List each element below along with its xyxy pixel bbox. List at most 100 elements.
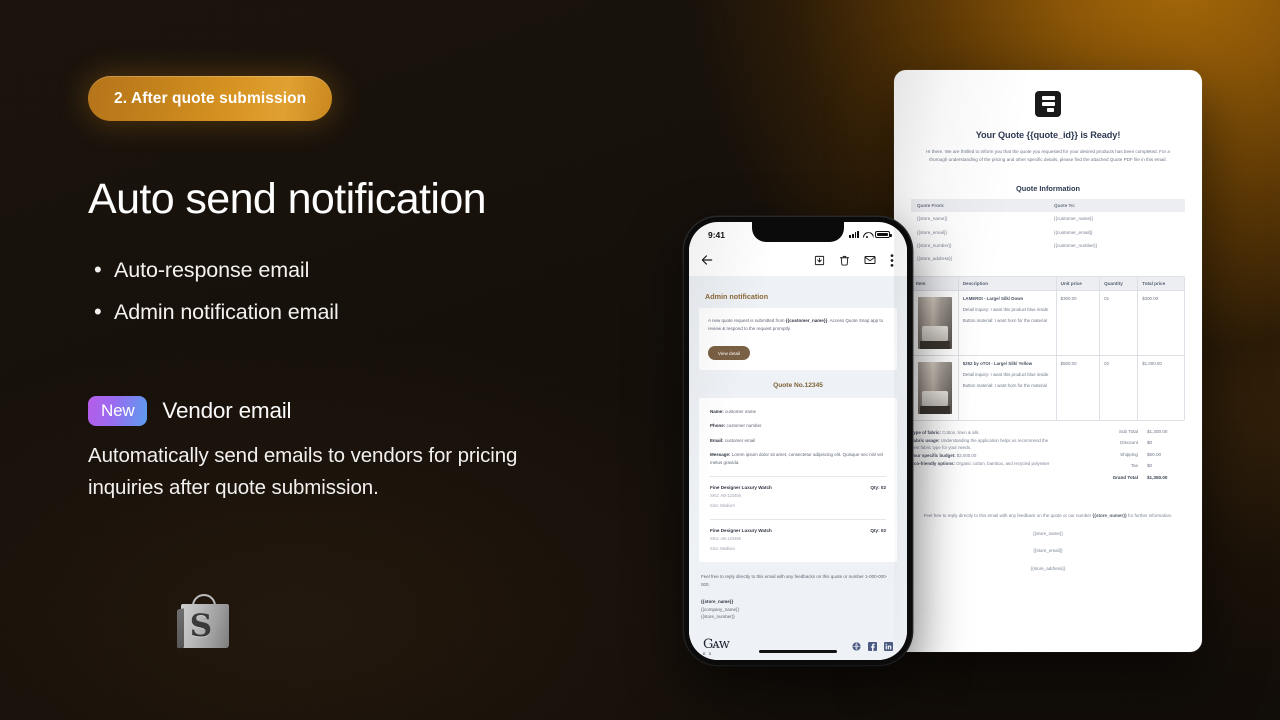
archive-icon[interactable] bbox=[814, 255, 825, 266]
step-badge: 2. After quote submission bbox=[88, 76, 333, 121]
table-row: {{store_name}} {{customer_name}} bbox=[911, 212, 1185, 225]
total-row: Sub Total $1,300.00 bbox=[1068, 429, 1185, 434]
logo-bar bbox=[1047, 108, 1054, 113]
shopping-bag-logo-icon: S bbox=[177, 590, 233, 650]
fabric-value: $2,000.00 bbox=[955, 452, 977, 458]
grand-total-row: Grand Total $1,350.00 bbox=[1068, 475, 1185, 480]
home-indicator bbox=[759, 649, 837, 653]
footer-reply-text: Feel free to reply directly to this emai… bbox=[911, 512, 1185, 521]
table-header-row: Item Description Unit price Quantity Tot… bbox=[912, 276, 1184, 291]
bullet-dot-icon: • bbox=[94, 299, 102, 324]
phone-mockup: 9:41 Admin notification A new quote requ… bbox=[684, 217, 912, 665]
grand-total-label: Grand Total bbox=[1112, 474, 1138, 480]
line-items-container: Item Description Unit price Quantity Tot… bbox=[911, 275, 1185, 421]
left-content-panel: 2. After quote submission Auto send noti… bbox=[88, 0, 668, 720]
footer-store-address: {{store_address}} bbox=[1030, 565, 1066, 571]
product-size: Size: Medium bbox=[710, 502, 735, 508]
fabric-label: Fabric usage: bbox=[911, 437, 940, 443]
product-thumbnail-image bbox=[917, 361, 952, 414]
view-detail-button[interactable]: View detail bbox=[708, 346, 751, 361]
overflow-menu-icon[interactable] bbox=[890, 253, 894, 267]
cell-customer-number: {{customer_number}} bbox=[1054, 243, 1098, 248]
field-value: Lorem ipsum dolor sit amet, consectetur … bbox=[710, 451, 883, 465]
line-items-table: Item Description Unit price Quantity Tot… bbox=[912, 276, 1184, 420]
cell-total-price: $300.00 bbox=[1137, 289, 1184, 356]
mail-icon[interactable] bbox=[864, 254, 876, 266]
table-row: {{store_number}} {{customer_number}} bbox=[911, 239, 1185, 252]
fabric-label: Eco-friendly options: bbox=[911, 461, 955, 467]
email-footnote: Feel free to reply directly to this emai… bbox=[701, 573, 888, 587]
vendor-email-description: Automatically send emails to vendors for… bbox=[88, 444, 518, 499]
tablet-email-content: Your Quote {{quote_id}} is Ready! Hi the… bbox=[894, 70, 1202, 652]
email-body: Admin notification A new quote request i… bbox=[689, 276, 907, 660]
signature-store-name: {{store_name}} bbox=[701, 598, 897, 605]
total-value: $0 bbox=[1147, 463, 1153, 469]
field-label: Email: bbox=[710, 437, 724, 443]
brand-and-social-row: Gᴀᴡ E S bbox=[703, 638, 893, 656]
field-label: Name: bbox=[710, 409, 724, 415]
line-item-header: Fine Designer Luxury Watch Qty: 02 bbox=[710, 528, 886, 533]
facebook-icon[interactable] bbox=[868, 642, 877, 652]
fabric-label: Type of fabric: bbox=[911, 429, 941, 435]
column-header-item: Item bbox=[912, 276, 959, 291]
globe-icon[interactable] bbox=[852, 642, 861, 651]
quote-number-heading: Quote No.12345 bbox=[773, 382, 823, 390]
total-value: $50.00 bbox=[1147, 451, 1162, 457]
product-size: Size: Medium bbox=[710, 545, 735, 551]
linkedin-icon[interactable] bbox=[884, 642, 893, 652]
fabric-label: Your specific budget: bbox=[911, 452, 956, 458]
page-title: Auto send notification bbox=[88, 175, 487, 223]
column-header-quote-to: Quote To: bbox=[1048, 199, 1185, 213]
list-item: • Admin notification email bbox=[94, 300, 339, 325]
vendor-email-title: Vendor email bbox=[162, 398, 292, 423]
footer-reply-pre: Feel free to reply directly to this emai… bbox=[923, 513, 1093, 519]
cell-store-email: {{store_email}} bbox=[917, 229, 947, 235]
email-app-toolbar bbox=[689, 244, 907, 276]
column-header-total-price: Total price bbox=[1137, 276, 1184, 291]
brand-wordmark: Gᴀᴡ bbox=[703, 636, 730, 652]
quote-detail-card: Name: customer name Phone: customer numb… bbox=[699, 398, 897, 562]
table-row: {{store_address}} bbox=[911, 252, 1185, 265]
summary-section: Type of fabric: Cotton, linen & silk. Fa… bbox=[911, 429, 1185, 487]
cell-customer-name: {{customer_name}} bbox=[1054, 216, 1094, 222]
list-item-label: Auto-response email bbox=[114, 258, 310, 282]
cell-unit-price: $500.00 bbox=[1056, 354, 1101, 420]
vendor-email-block: New Vendor email Automatically send emai… bbox=[88, 396, 568, 504]
cell-product-image bbox=[912, 289, 959, 356]
back-arrow-icon[interactable] bbox=[700, 253, 714, 267]
total-value: $0 bbox=[1147, 440, 1153, 446]
total-value: $1,300.00 bbox=[1147, 428, 1168, 434]
status-time: 9:41 bbox=[708, 229, 726, 240]
vendor-email-heading-row: New Vendor email bbox=[88, 396, 568, 426]
cell-customer-email: {{customer_email}} bbox=[1054, 229, 1093, 235]
field-value: customer number bbox=[725, 423, 762, 429]
product-detail-inquiry: Detail inquiry: I want this product blue… bbox=[962, 307, 1049, 313]
bag-logo-letter: S bbox=[189, 608, 213, 644]
notification-text: A new quote request is submitted from {{… bbox=[708, 317, 888, 334]
total-label: Discount bbox=[1120, 440, 1138, 446]
product-name: Fine Designer Luxury Watch bbox=[710, 527, 772, 533]
product-quantity: Qty: 02 bbox=[870, 484, 886, 490]
step-badge-label: 2. After quote submission bbox=[114, 89, 307, 107]
fabric-requirements-list: Type of fabric: Cotton, linen & silk. Fa… bbox=[911, 429, 1058, 487]
quote-information-table: Quote From: Quote To: {{store_name}} {{c… bbox=[911, 199, 1185, 266]
table-row: LAMERDI - Large/ Silk/ Down Detail inqui… bbox=[912, 289, 1184, 356]
total-label: Shipping bbox=[1120, 451, 1138, 457]
cell-store-name: {{store_name}} bbox=[917, 216, 948, 222]
field-label: Message: bbox=[710, 451, 731, 457]
list-item: • Auto-response email bbox=[94, 258, 339, 283]
product-name: Fine Designer Luxury Watch bbox=[710, 484, 772, 490]
footer-store-number-var: {{store_numer}} bbox=[1092, 513, 1127, 519]
list-item-label: Admin notification email bbox=[114, 300, 339, 324]
column-header-quantity: Quantity bbox=[1099, 276, 1139, 291]
fabric-value: Cotton, linen & silk. bbox=[940, 429, 980, 435]
trash-icon[interactable] bbox=[839, 255, 850, 266]
cell-quantity: 01 bbox=[1099, 289, 1139, 356]
product-name: LAMERDI - Large/ Silk/ Down bbox=[962, 295, 1024, 301]
bullet-dot-icon: • bbox=[94, 257, 102, 282]
fabric-value: Organic cotton, bamboo, and recycled pol… bbox=[954, 461, 1050, 467]
field-label: Phone: bbox=[710, 423, 726, 429]
total-row: Tax $0 bbox=[1068, 463, 1185, 468]
feature-bullet-list: • Auto-response email • Admin notificati… bbox=[94, 258, 339, 342]
email-title: Your Quote {{quote_id}} is Ready! bbox=[975, 130, 1121, 140]
